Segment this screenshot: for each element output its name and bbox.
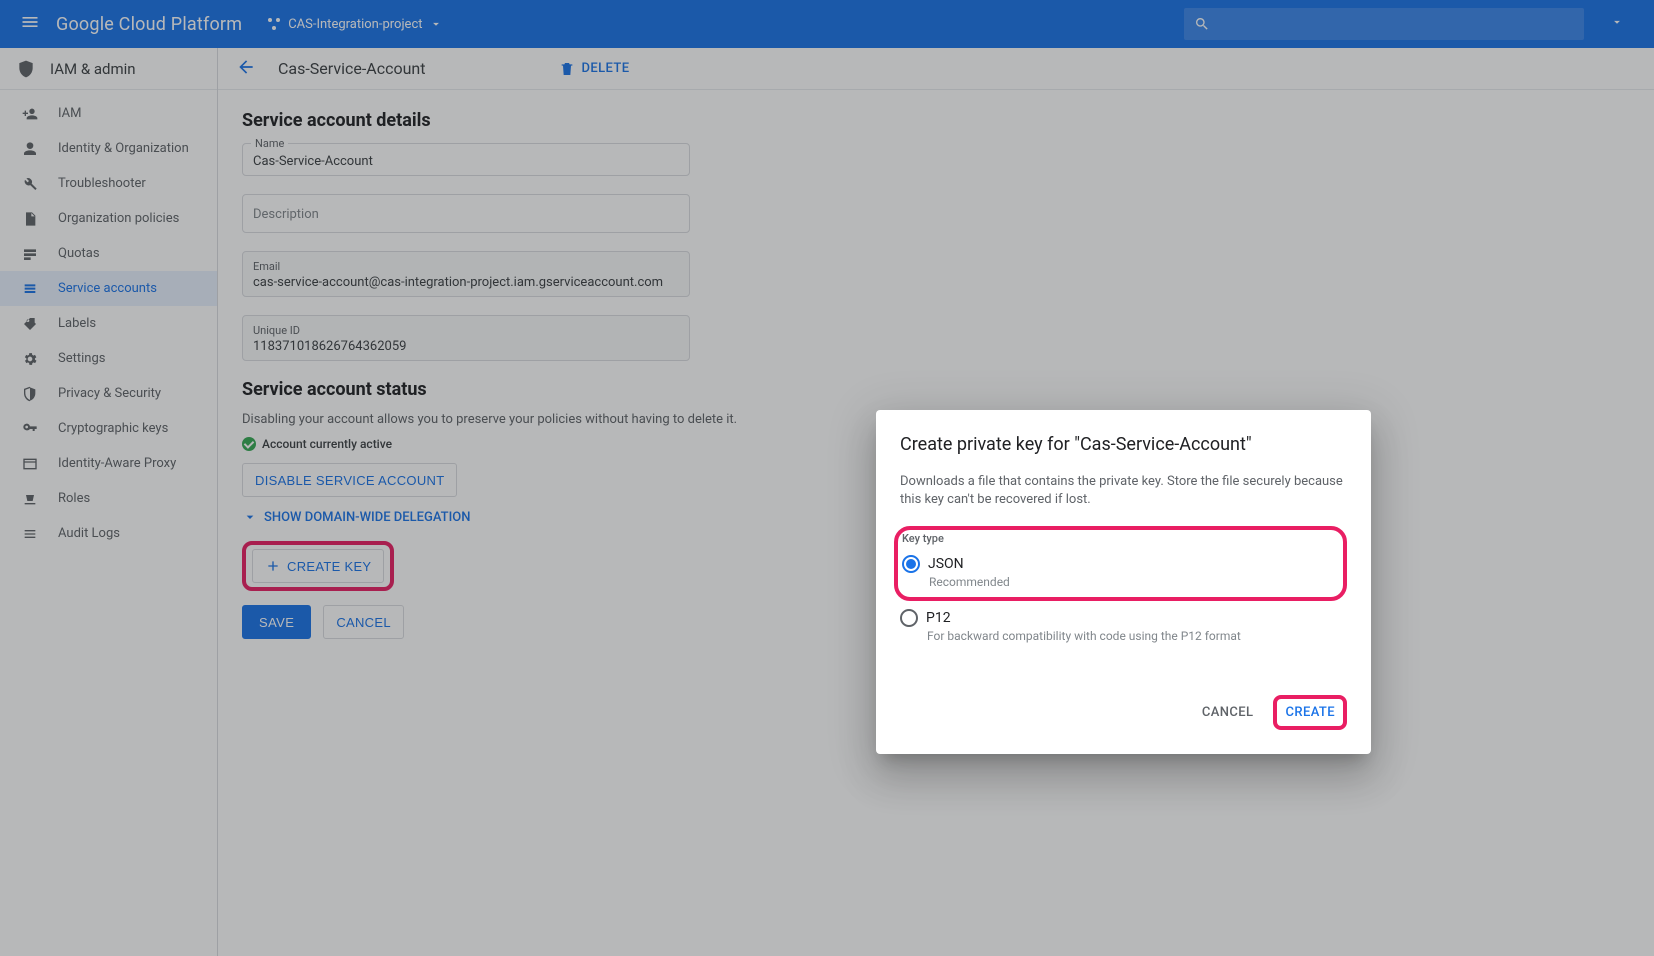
radio-p12-sub: For backward compatibility with code usi… (927, 629, 1347, 643)
dialog-create-button[interactable]: CREATE (1285, 705, 1335, 720)
radio-json-label: JSON (928, 556, 964, 572)
dialog-desc: Downloads a file that contains the priva… (900, 473, 1347, 508)
key-type-highlight: Key type JSON Recommended (894, 526, 1347, 601)
radio-p12-label: P12 (926, 610, 951, 626)
radio-json[interactable]: JSON (902, 555, 1339, 573)
radio-json-icon (902, 555, 920, 573)
radio-p12-icon (900, 609, 918, 627)
dialog-cancel-button[interactable]: CANCEL (1202, 705, 1254, 720)
dialog-title: Create private key for "Cas-Service-Acco… (900, 434, 1347, 455)
radio-p12[interactable]: P12 (900, 609, 1347, 627)
create-key-dialog: Create private key for "Cas-Service-Acco… (876, 410, 1371, 754)
modal-scrim[interactable] (0, 0, 1654, 956)
radio-json-sub: Recommended (929, 575, 1339, 589)
key-type-label: Key type (902, 532, 1339, 545)
dialog-create-highlight: CREATE (1273, 695, 1347, 730)
